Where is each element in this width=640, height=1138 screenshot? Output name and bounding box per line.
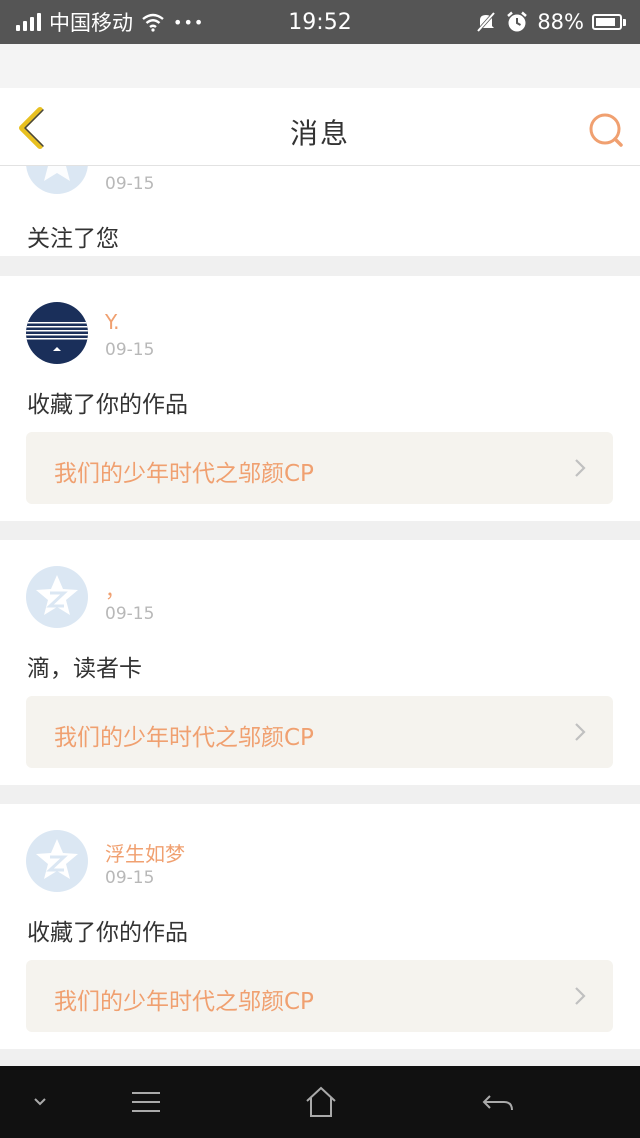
page-title: 消息 xyxy=(289,117,350,150)
work-title: 我们的少年时代之邬颜CP xyxy=(54,989,314,1015)
message-date: 09-15 xyxy=(105,174,155,194)
home-icon xyxy=(306,1086,336,1117)
work-title: 我们的少年时代之邬颜CP xyxy=(54,725,314,751)
message-text: 收藏了你的作品 xyxy=(27,920,188,946)
message-text: 滴，读者卡 xyxy=(27,656,142,682)
system-back-button[interactable] xyxy=(478,1084,518,1120)
search-icon xyxy=(589,113,623,147)
default-avatar-icon xyxy=(36,839,78,879)
avatar[interactable] xyxy=(26,302,88,364)
screen: 中国移动 ••• 19:52 88% 消息 09-15 关注了您 Y. 09-1… xyxy=(0,0,640,1138)
home-button[interactable] xyxy=(301,1084,341,1120)
alarm-icon xyxy=(507,11,528,32)
username[interactable]: Y. xyxy=(105,310,120,334)
work-link[interactable]: 我们的少年时代之邬颜CP xyxy=(26,696,613,768)
status-dots: ••• xyxy=(173,12,205,32)
work-link[interactable]: 我们的少年时代之邬颜CP xyxy=(26,960,613,1032)
chevron-right-icon xyxy=(575,459,586,477)
signal-icon xyxy=(16,13,41,31)
message-card: Y. 09-15 收藏了你的作品 我们的少年时代之邬颜CP xyxy=(0,276,640,521)
wifi-icon xyxy=(142,13,164,32)
work-link[interactable]: 我们的少年时代之邬颜CP xyxy=(26,432,613,504)
menu-button[interactable] xyxy=(126,1084,166,1120)
user-avatar-image xyxy=(26,322,88,351)
message-date: 09-15 xyxy=(105,340,155,360)
collapse-button[interactable] xyxy=(20,1084,60,1120)
avatar[interactable] xyxy=(26,166,88,194)
mute-icon xyxy=(477,11,496,33)
search-button[interactable] xyxy=(586,110,626,150)
status-right: 88% xyxy=(475,10,626,34)
message-card: ， 09-15 滴，读者卡 我们的少年时代之邬颜CP xyxy=(0,540,640,785)
message-list: 09-15 关注了您 Y. 09-15 收藏了你的作品 我们的少年时代之邬颜CP xyxy=(0,166,640,1066)
status-left: 中国移动 ••• xyxy=(16,7,204,37)
default-avatar-icon xyxy=(44,166,70,181)
battery-percent: 88% xyxy=(537,10,584,34)
message-text: 关注了您 xyxy=(27,226,119,252)
avatar[interactable] xyxy=(26,830,88,892)
message-text: 收藏了你的作品 xyxy=(27,392,188,418)
message-card: 浮生如梦 09-15 收藏了你的作品 我们的少年时代之邬颜CP xyxy=(0,804,640,1049)
default-avatar-icon xyxy=(36,575,78,615)
avatar[interactable] xyxy=(26,566,88,628)
chevron-right-icon xyxy=(575,723,586,741)
battery-icon xyxy=(592,14,626,30)
top-spacer xyxy=(0,44,640,88)
chevron-right-icon xyxy=(575,987,586,1005)
message-date: 09-15 xyxy=(105,868,155,888)
username[interactable]: 浮生如梦 xyxy=(105,838,185,867)
menu-icon xyxy=(132,1092,160,1112)
message-date: 09-15 xyxy=(105,604,155,624)
status-bar: 中国移动 ••• 19:52 88% xyxy=(0,0,640,44)
username[interactable]: ， xyxy=(105,574,125,603)
nav-header: 消息 xyxy=(0,88,640,166)
chevron-down-icon xyxy=(34,1098,46,1106)
message-card: 09-15 关注了您 xyxy=(0,166,640,256)
system-nav-bar xyxy=(0,1066,640,1138)
carrier-label: 中国移动 xyxy=(49,11,133,35)
back-arrow-icon xyxy=(482,1095,513,1111)
work-title: 我们的少年时代之邬颜CP xyxy=(54,461,314,487)
